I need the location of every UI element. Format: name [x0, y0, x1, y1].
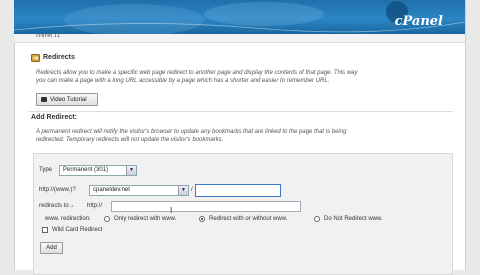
- breadcrumb[interactable]: cPanel 11: [36, 33, 60, 39]
- type-select[interactable]: Permanent (301) ▼: [59, 165, 137, 176]
- redirects-intro-1: Redirects allow you to make a specific w…: [36, 70, 358, 76]
- add-redirect-note-1: A permanent redirect will notify the vis…: [36, 129, 347, 135]
- domain-select[interactable]: cpaneldev.net ▼: [89, 185, 189, 196]
- add-redirect-note-2: redirected. Temporary redirects will not…: [36, 137, 224, 143]
- section-title-add-redirect: Add Redirect:: [31, 114, 77, 121]
- add-button[interactable]: Add: [40, 242, 63, 254]
- cpanel-logo[interactable]: cPanel: [395, 14, 443, 29]
- redirects-to-label: redirects to→: [39, 203, 75, 209]
- chevron-down-icon: ▼: [178, 186, 188, 195]
- text-cursor-icon: I: [170, 206, 173, 215]
- redirects-intro-2: you can make a page with a long URL acce…: [36, 78, 330, 84]
- wildcard-checkbox[interactable]: [42, 227, 48, 233]
- video-tutorial-label: Video Tutorial: [50, 96, 87, 103]
- type-label: Type: [39, 167, 53, 173]
- chevron-down-icon: ▼: [126, 166, 136, 175]
- divider: [28, 111, 453, 112]
- video-tutorial-button[interactable]: Video Tutorial: [36, 93, 98, 106]
- add-button-label: Add: [46, 245, 57, 251]
- path-input[interactable]: [195, 184, 281, 197]
- radio-with-without-www-label: Redirect with or without www.: [209, 216, 288, 222]
- section-title-redirects: Redirects: [43, 54, 75, 61]
- radio-no-www-label: Do Not Redirect www.: [324, 216, 383, 222]
- header-banner: cPanel: [14, 0, 465, 34]
- www-redirection-label: www. redirection:: [45, 216, 91, 222]
- redirects-icon: [31, 54, 40, 62]
- radio-with-without-www[interactable]: [199, 216, 205, 222]
- breadcrumb-bar: cPanel 11: [14, 33, 465, 43]
- redirect-url-input[interactable]: [111, 201, 301, 212]
- type-select-value: Permanent (301): [63, 167, 109, 173]
- path-separator: /: [191, 187, 193, 193]
- video-camera-icon: [41, 97, 47, 102]
- radio-no-www[interactable]: [314, 216, 320, 222]
- domain-select-value: cpaneldev.net: [93, 187, 130, 193]
- http-prefix: http://: [87, 203, 103, 209]
- radio-only-www-label: Only redirect with www.: [114, 216, 177, 222]
- domain-label: http://(www.)?: [39, 187, 76, 193]
- wildcard-label: Wild Card Redirect: [52, 227, 103, 233]
- radio-only-www[interactable]: [104, 216, 110, 222]
